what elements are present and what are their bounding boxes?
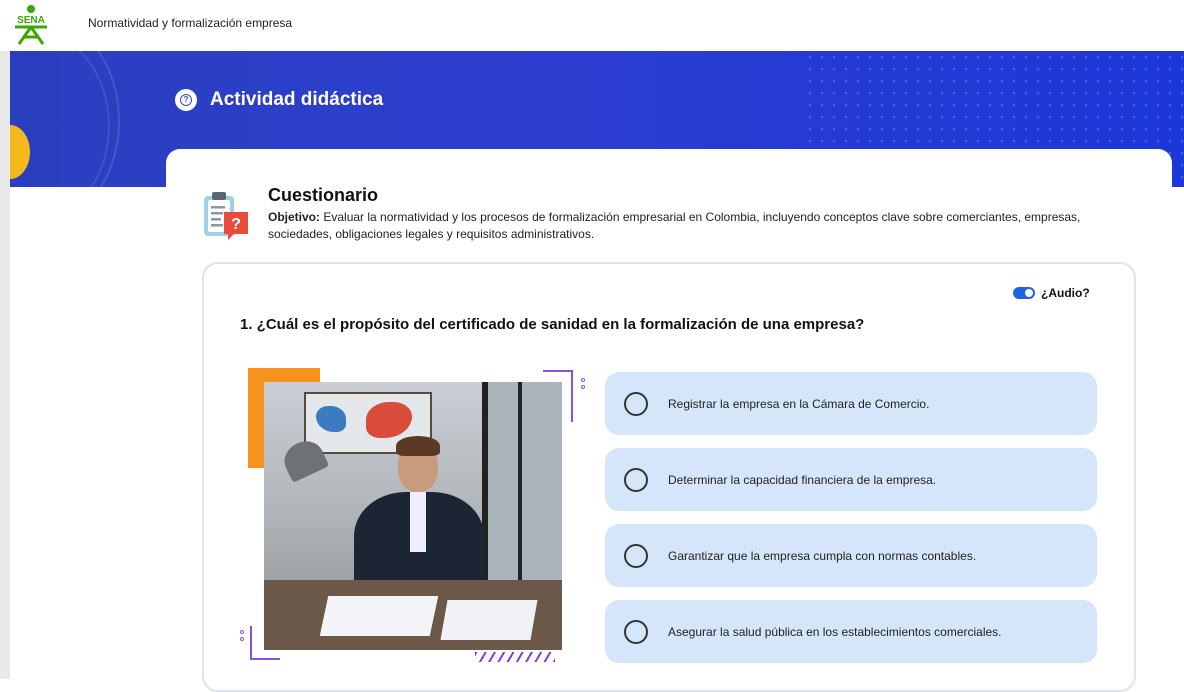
quiz-objective: Objetivo: Evaluar la normatividad y los … bbox=[268, 209, 1128, 243]
radio-button[interactable] bbox=[624, 391, 648, 416]
answer-options: Registrar la empresa en la Cámara de Com… bbox=[605, 372, 1097, 676]
sena-logo[interactable]: SENA bbox=[9, 4, 53, 46]
course-title: Normatividad y formalización empresa bbox=[88, 16, 293, 30]
answer-option[interactable]: Garantizar que la empresa cumpla con nor… bbox=[605, 524, 1097, 587]
businessman-photo bbox=[264, 382, 562, 650]
question-illustration bbox=[240, 366, 590, 666]
svg-text:?: ? bbox=[231, 216, 241, 233]
top-bar: SENA Normatividad y formalización empres… bbox=[0, 0, 1184, 51]
quiz-title: Cuestionario bbox=[268, 185, 379, 205]
audio-toggle[interactable]: ¿Audio? bbox=[1013, 286, 1090, 300]
decorative-stripes bbox=[475, 652, 555, 662]
answer-option[interactable]: Registrar la empresa en la Cámara de Com… bbox=[605, 372, 1097, 435]
radio-button[interactable] bbox=[624, 543, 648, 568]
decorative-frame-corner bbox=[250, 626, 280, 660]
answer-option[interactable]: Determinar la capacidad financiera de la… bbox=[605, 448, 1097, 511]
logo-text: SENA bbox=[17, 15, 45, 26]
objective-label: Objetivo: bbox=[268, 210, 321, 224]
objective-text: Evaluar la normatividad y los procesos d… bbox=[268, 210, 1081, 241]
radio-button[interactable] bbox=[624, 619, 648, 644]
option-label: Registrar la empresa en la Cámara de Com… bbox=[668, 396, 930, 411]
radio-button[interactable] bbox=[624, 467, 648, 492]
question-circle-icon: ? bbox=[175, 89, 197, 111]
decorative-frame-corner bbox=[543, 370, 573, 422]
section-title: Actividad didáctica bbox=[210, 89, 384, 110]
toggle-switch[interactable] bbox=[1013, 287, 1035, 299]
left-strip bbox=[0, 51, 10, 679]
decorative-dots bbox=[581, 378, 585, 392]
answer-option[interactable]: Asegurar la salud pública en los estable… bbox=[605, 600, 1097, 663]
decorative-dots bbox=[240, 630, 244, 644]
option-label: Garantizar que la empresa cumpla con nor… bbox=[668, 548, 977, 563]
option-label: Asegurar la salud pública en los estable… bbox=[668, 624, 1002, 639]
option-label: Determinar la capacidad financiera de la… bbox=[668, 472, 937, 487]
clipboard-question-icon: ? bbox=[204, 192, 248, 240]
audio-label: ¿Audio? bbox=[1041, 286, 1090, 300]
question-text: 1. ¿Cuál es el propósito del certificado… bbox=[240, 316, 865, 333]
